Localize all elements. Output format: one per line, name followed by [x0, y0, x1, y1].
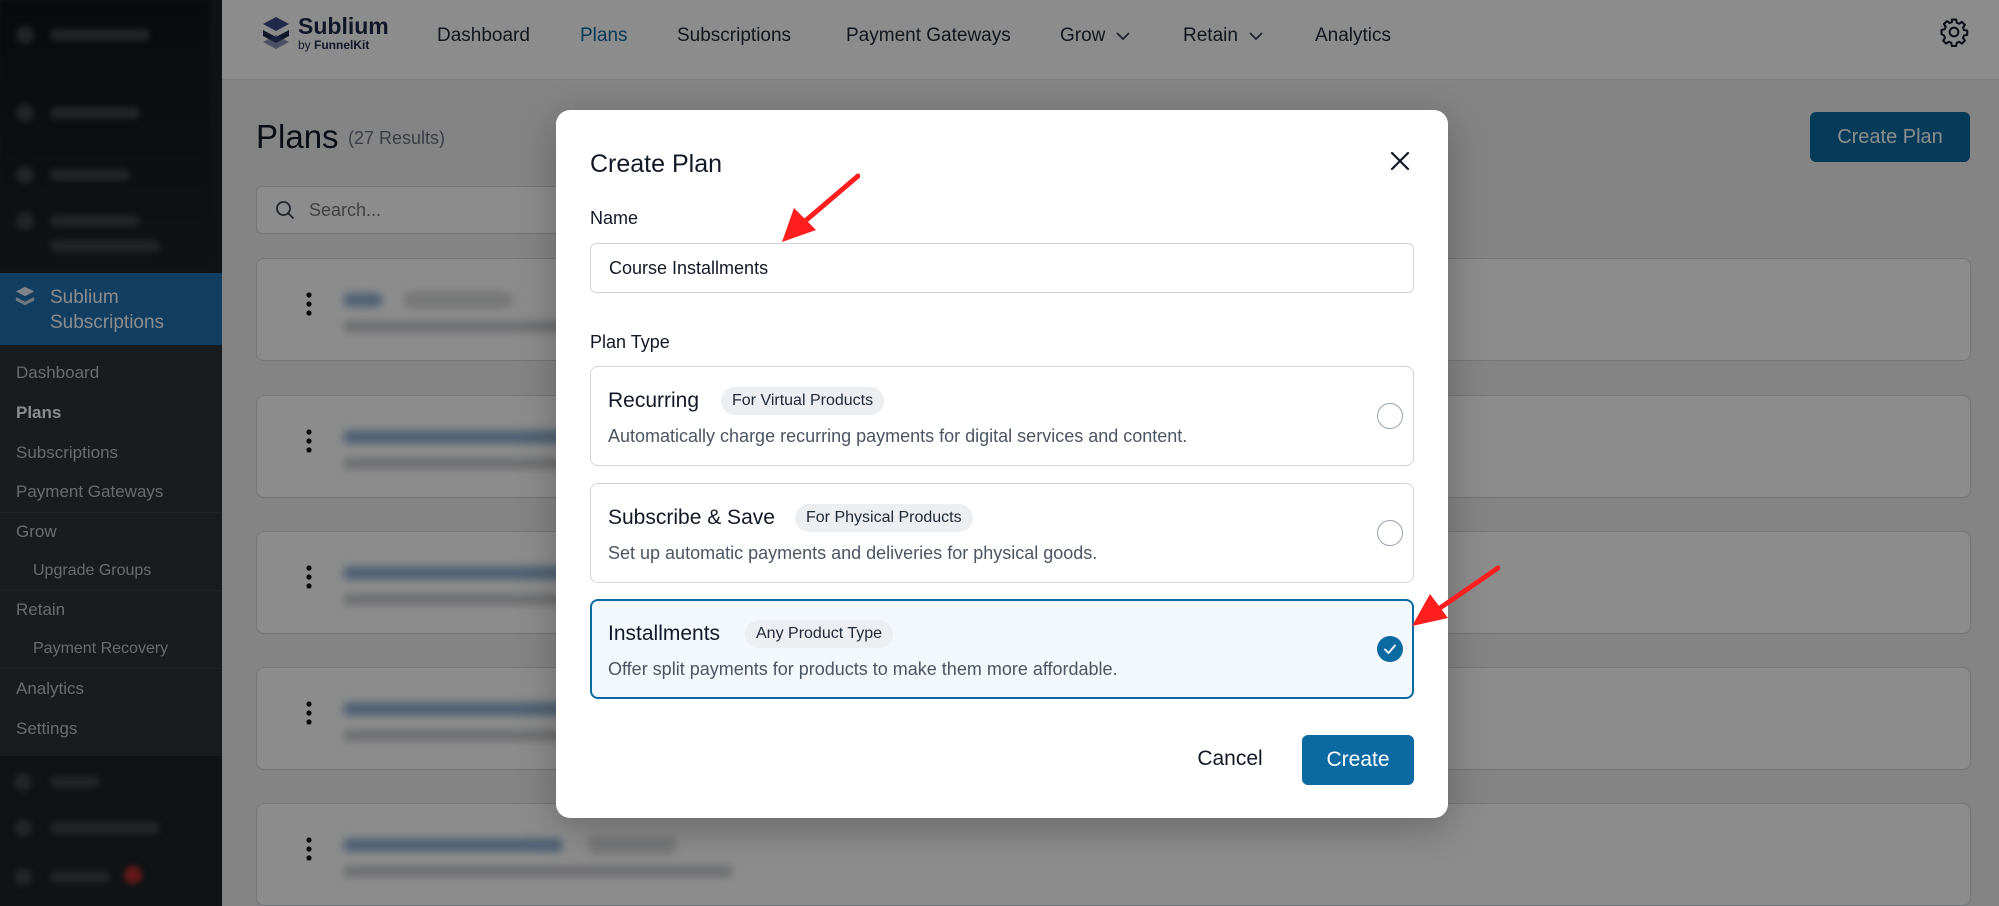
plan-type-badge: Any Product Type — [745, 620, 893, 648]
plan-type-badge: For Physical Products — [795, 504, 973, 532]
checkmark-icon — [1384, 644, 1396, 654]
modal-title: Create Plan — [590, 150, 723, 178]
radio-button[interactable] — [1377, 520, 1403, 546]
plan-type-title: Subscribe & Save — [608, 506, 775, 529]
plan-type-installments[interactable]: Installments Any Product Type Offer spli… — [590, 599, 1414, 699]
close-icon[interactable] — [1388, 149, 1412, 173]
radio-button-checked[interactable] — [1377, 636, 1403, 662]
create-button[interactable]: Create — [1302, 735, 1414, 785]
plan-type-description: Automatically charge recurring payments … — [608, 426, 1188, 446]
plan-type-description: Offer split payments for products to mak… — [608, 659, 1118, 679]
create-plan-modal: Create Plan Name Plan Type Recurring For… — [556, 110, 1448, 818]
plan-type-title: Installments — [608, 622, 721, 645]
plan-name-input[interactable] — [590, 243, 1414, 293]
annotation-arrow — [1412, 565, 1500, 626]
plan-type-title: Recurring — [608, 389, 700, 412]
cancel-button[interactable]: Cancel — [1170, 734, 1290, 784]
plan-type-description: Set up automatic payments and deliveries… — [608, 543, 1098, 563]
plan-type-subscribe-save[interactable]: Subscribe & Save For Physical Products S… — [590, 483, 1414, 583]
plan-type-badge: For Virtual Products — [721, 387, 885, 415]
name-label: Name — [590, 208, 639, 228]
annotation-arrow — [782, 173, 860, 242]
plan-type-label: Plan Type — [590, 332, 670, 352]
radio-button[interactable] — [1377, 403, 1403, 429]
plan-type-recurring[interactable]: Recurring For Virtual Products Automatic… — [590, 366, 1414, 466]
